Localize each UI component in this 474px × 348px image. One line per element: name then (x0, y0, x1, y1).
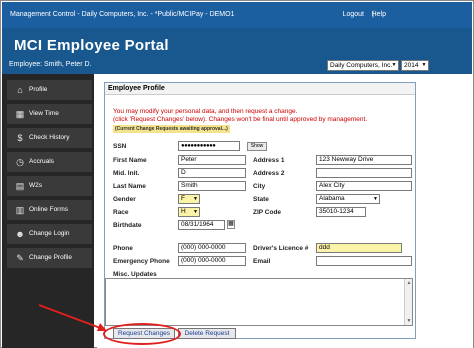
sidebar-item-label: Profile (29, 86, 48, 93)
sidebar-item-change-login[interactable]: ☻ Change Login (7, 224, 92, 244)
first-name-field[interactable]: Peter (178, 155, 246, 165)
sidebar-item-w2s[interactable]: ▤ W2s (7, 176, 92, 196)
race-select-value: H (181, 208, 186, 215)
scroll-up-icon[interactable]: ▲ (406, 280, 412, 286)
calendar-picker-icon[interactable]: ▦ (227, 220, 235, 229)
instruction-message-2: (click 'Request Changes' below). Changes… (113, 116, 368, 123)
logout-link[interactable]: Logout (343, 11, 364, 18)
user-bar: Employee: Smith, Peter D. Daily Computer… (2, 56, 472, 74)
address2-field[interactable] (316, 168, 412, 178)
phone-label: Phone (113, 245, 133, 252)
mid-init-label: Mid. Init. (113, 170, 140, 177)
company-select[interactable]: Daily Computers, Inc. ▼ (327, 60, 399, 71)
sidebar-item-label: Change Login (29, 230, 70, 237)
drivers-licence-label: Driver's Licence # (253, 245, 309, 252)
chevron-down-icon: ▼ (193, 209, 198, 215)
panel-header: Employee Profile (105, 83, 415, 95)
person-icon: ☻ (15, 229, 25, 239)
sidebar-item-accruals[interactable]: ◷ Accruals (7, 152, 92, 172)
delete-request-button[interactable]: Delete Request (178, 328, 236, 339)
company-select-value: Daily Computers, Inc. (330, 62, 393, 69)
home-icon: ⌂ (17, 85, 23, 95)
forms-icon: ▥ (15, 205, 25, 215)
sidebar-item-label: Accruals (29, 158, 54, 165)
last-name-label: Last Name (113, 183, 146, 190)
chevron-down-icon: ▼ (421, 62, 427, 68)
window-title: Management Control - Daily Computers, In… (10, 11, 235, 18)
panel-title: Employee Profile (108, 85, 165, 92)
top-bar: Management Control - Daily Computers, In… (2, 2, 472, 28)
year-select[interactable]: 2014 ▼ (401, 60, 429, 71)
portal-title: MCI Employee Portal (14, 37, 169, 54)
show-ssn-button[interactable]: Show (247, 142, 267, 151)
ssn-label: SSN (113, 143, 127, 150)
zip-label: ZIP Code (253, 209, 282, 216)
chevron-down-icon: ▼ (391, 62, 397, 68)
sidebar-item-label: W2s (29, 182, 42, 189)
year-select-value: 2014 (404, 62, 419, 69)
app-window: Management Control - Daily Computers, In… (0, 0, 474, 348)
birthdate-label: Birthdate (113, 222, 142, 229)
address2-label: Address 2 (253, 170, 285, 177)
highlight-circle (103, 323, 181, 345)
drivers-licence-field[interactable]: ddd (316, 243, 402, 253)
gender-select-value: F (181, 195, 185, 202)
sidebar: ⌂ Profile ▦ View Time $ Check History ◷ … (2, 74, 94, 348)
sidebar-item-view-time[interactable]: ▦ View Time (7, 104, 92, 124)
emergency-phone-label: Emergency Phone (113, 258, 170, 265)
first-name-label: First Name (113, 157, 147, 164)
textarea-scrollbar[interactable]: ▲ ▼ (404, 279, 412, 325)
scroll-down-icon[interactable]: ▼ (406, 318, 412, 324)
emergency-phone-field[interactable]: (000) 000-0000 (178, 256, 246, 266)
employee-name: Employee: Smith, Peter D. (9, 61, 92, 68)
state-label: State (253, 196, 269, 203)
sidebar-item-profile[interactable]: ⌂ Profile (7, 80, 92, 100)
sidebar-item-label: Online Forms (29, 206, 69, 213)
email-field[interactable] (316, 256, 412, 266)
misc-updates-label: Misc. Updates (113, 271, 157, 278)
gender-label: Gender (113, 196, 136, 203)
mid-init-field[interactable]: D (178, 168, 246, 178)
state-select[interactable]: Alabama ▼ (316, 194, 380, 204)
clock-icon: ◷ (16, 157, 24, 167)
sidebar-item-label: View Time (29, 110, 59, 117)
help-link[interactable]: Help (372, 11, 386, 18)
sidebar-item-check-history[interactable]: $ Check History (7, 128, 92, 148)
birthdate-field[interactable]: 08/31/1964 (178, 220, 225, 230)
misc-updates-textarea[interactable]: ▲ ▼ (105, 278, 413, 326)
ssn-field[interactable]: ●●●●●●●●●●● (178, 141, 240, 151)
race-select[interactable]: H ▼ (178, 207, 200, 217)
profile-edit-icon: ✎ (16, 253, 24, 263)
zip-field[interactable]: 35010-1234 (316, 207, 366, 217)
city-label: City (253, 183, 266, 190)
city-field[interactable]: Alex City (316, 181, 412, 191)
chevron-down-icon: ▼ (373, 196, 378, 202)
pending-requests-note: (Current Change Requests awaiting approv… (113, 125, 230, 133)
calendar-icon: ▦ (15, 109, 25, 119)
address1-field[interactable]: 123 Newway Drive (316, 155, 412, 165)
state-select-value: Alabama (319, 195, 345, 202)
sidebar-item-online-forms[interactable]: ▥ Online Forms (7, 200, 92, 220)
last-name-field[interactable]: Smith (178, 181, 246, 191)
sidebar-item-change-profile[interactable]: ✎ Change Profile (7, 248, 92, 268)
email-label: Email (253, 258, 271, 265)
instruction-message: You may modify your personal data, and t… (113, 108, 298, 115)
sidebar-item-label: Check History (29, 134, 70, 141)
race-label: Race (113, 209, 129, 216)
document-icon: ▤ (15, 181, 25, 191)
phone-field[interactable]: (000) 000-0000 (178, 243, 246, 253)
chevron-down-icon: ▼ (193, 196, 198, 202)
sidebar-item-label: Change Profile (29, 254, 72, 261)
money-bag-icon: $ (17, 133, 23, 143)
gender-select[interactable]: F ▼ (178, 194, 200, 204)
address1-label: Address 1 (253, 157, 285, 164)
